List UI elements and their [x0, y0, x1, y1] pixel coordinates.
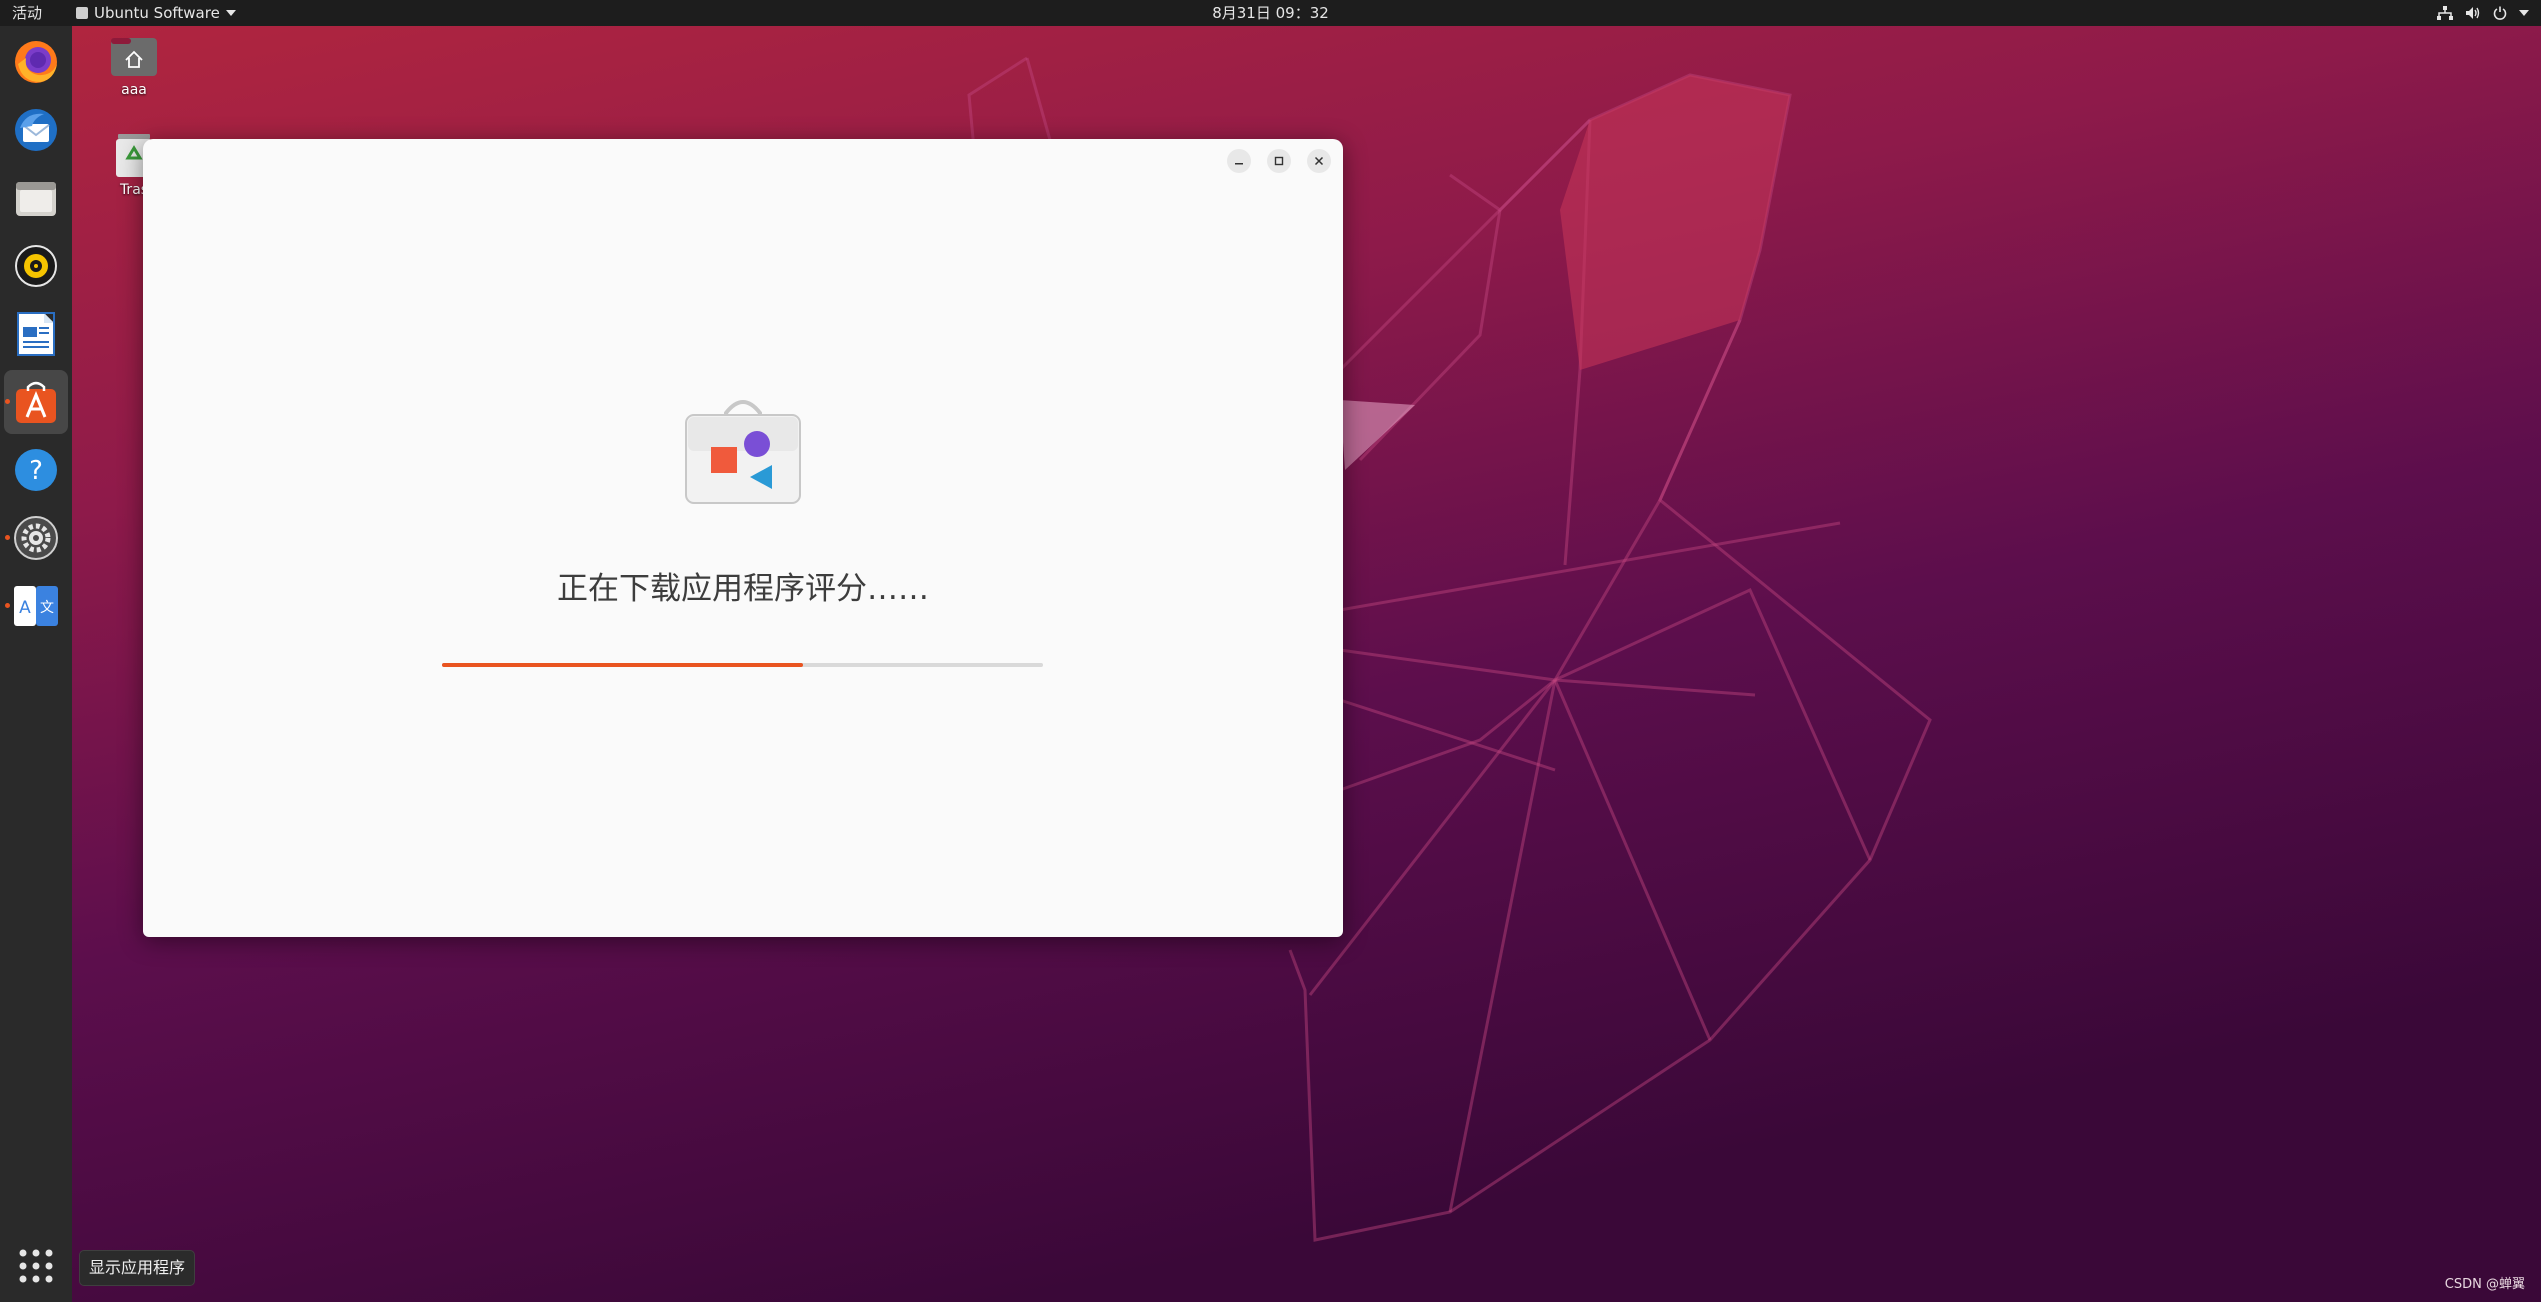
folder-icon	[16, 182, 56, 216]
svg-text:文: 文	[40, 600, 54, 616]
running-indicator	[5, 399, 10, 404]
dock-rhythmbox[interactable]	[4, 234, 68, 298]
speaker-icon	[15, 245, 57, 287]
network-icon	[2437, 6, 2453, 20]
progress-bar-fill	[442, 663, 803, 667]
chevron-down-icon	[2519, 10, 2529, 16]
writer-document-icon	[17, 312, 55, 356]
minimize-button[interactable]	[1227, 149, 1251, 173]
close-icon	[1314, 156, 1324, 166]
dock-thunderbird[interactable]	[4, 98, 68, 162]
desktop-icon-label: aaa	[121, 82, 147, 98]
dock-help[interactable]: ?	[4, 438, 68, 502]
app-menu-button[interactable]: Ubuntu Software	[76, 0, 236, 26]
help-icon: ?	[15, 449, 57, 491]
dock-settings[interactable]	[4, 506, 68, 570]
watermark: CSDN @蝉翼	[2444, 1277, 2525, 1292]
gear-icon	[14, 516, 58, 560]
minimize-icon	[1235, 163, 1243, 165]
dock: ? A 文	[0, 26, 72, 1302]
svg-text:A: A	[19, 598, 31, 618]
software-bag-icon	[16, 381, 56, 423]
language-icon: A 文	[14, 586, 58, 626]
close-button[interactable]	[1307, 149, 1331, 173]
show-applications-button[interactable]	[4, 1234, 68, 1298]
software-bag-icon	[685, 400, 801, 504]
dock-ubuntu-software[interactable]	[4, 370, 68, 434]
top-bar: 活动 Ubuntu Software 8月31日 09：32	[0, 0, 2541, 26]
power-icon	[2493, 6, 2507, 20]
activities-button[interactable]: 活动	[12, 0, 42, 26]
svg-text:?: ?	[29, 456, 43, 486]
dock-firefox[interactable]	[4, 30, 68, 94]
system-tray[interactable]	[2437, 0, 2529, 26]
dock-libreoffice-writer[interactable]	[4, 302, 68, 366]
running-indicator	[5, 603, 10, 608]
app-grid-icon	[19, 1249, 53, 1283]
clock[interactable]: 8月31日 09：32	[1212, 4, 1329, 22]
desktop-icon-home[interactable]: aaa	[84, 36, 184, 98]
progress-bar	[442, 663, 1043, 667]
chevron-down-icon	[225, 10, 236, 16]
ubuntu-software-window: 正在下载应用程序评分……	[143, 139, 1343, 937]
thunderbird-icon	[15, 109, 57, 151]
show-applications-tooltip: 显示应用程序	[79, 1250, 196, 1286]
dock-language-support[interactable]: A 文	[4, 574, 68, 638]
app-menu-label: Ubuntu Software	[94, 4, 220, 22]
app-menu-icon	[76, 7, 88, 19]
maximize-button[interactable]	[1267, 149, 1291, 173]
dock-files[interactable]	[4, 166, 68, 230]
firefox-icon	[15, 41, 57, 83]
running-indicator	[5, 535, 10, 540]
home-folder-icon	[111, 38, 157, 76]
loading-status-text: 正在下载应用程序评分……	[557, 571, 929, 607]
maximize-icon	[1274, 156, 1284, 166]
volume-icon	[2466, 7, 2480, 19]
